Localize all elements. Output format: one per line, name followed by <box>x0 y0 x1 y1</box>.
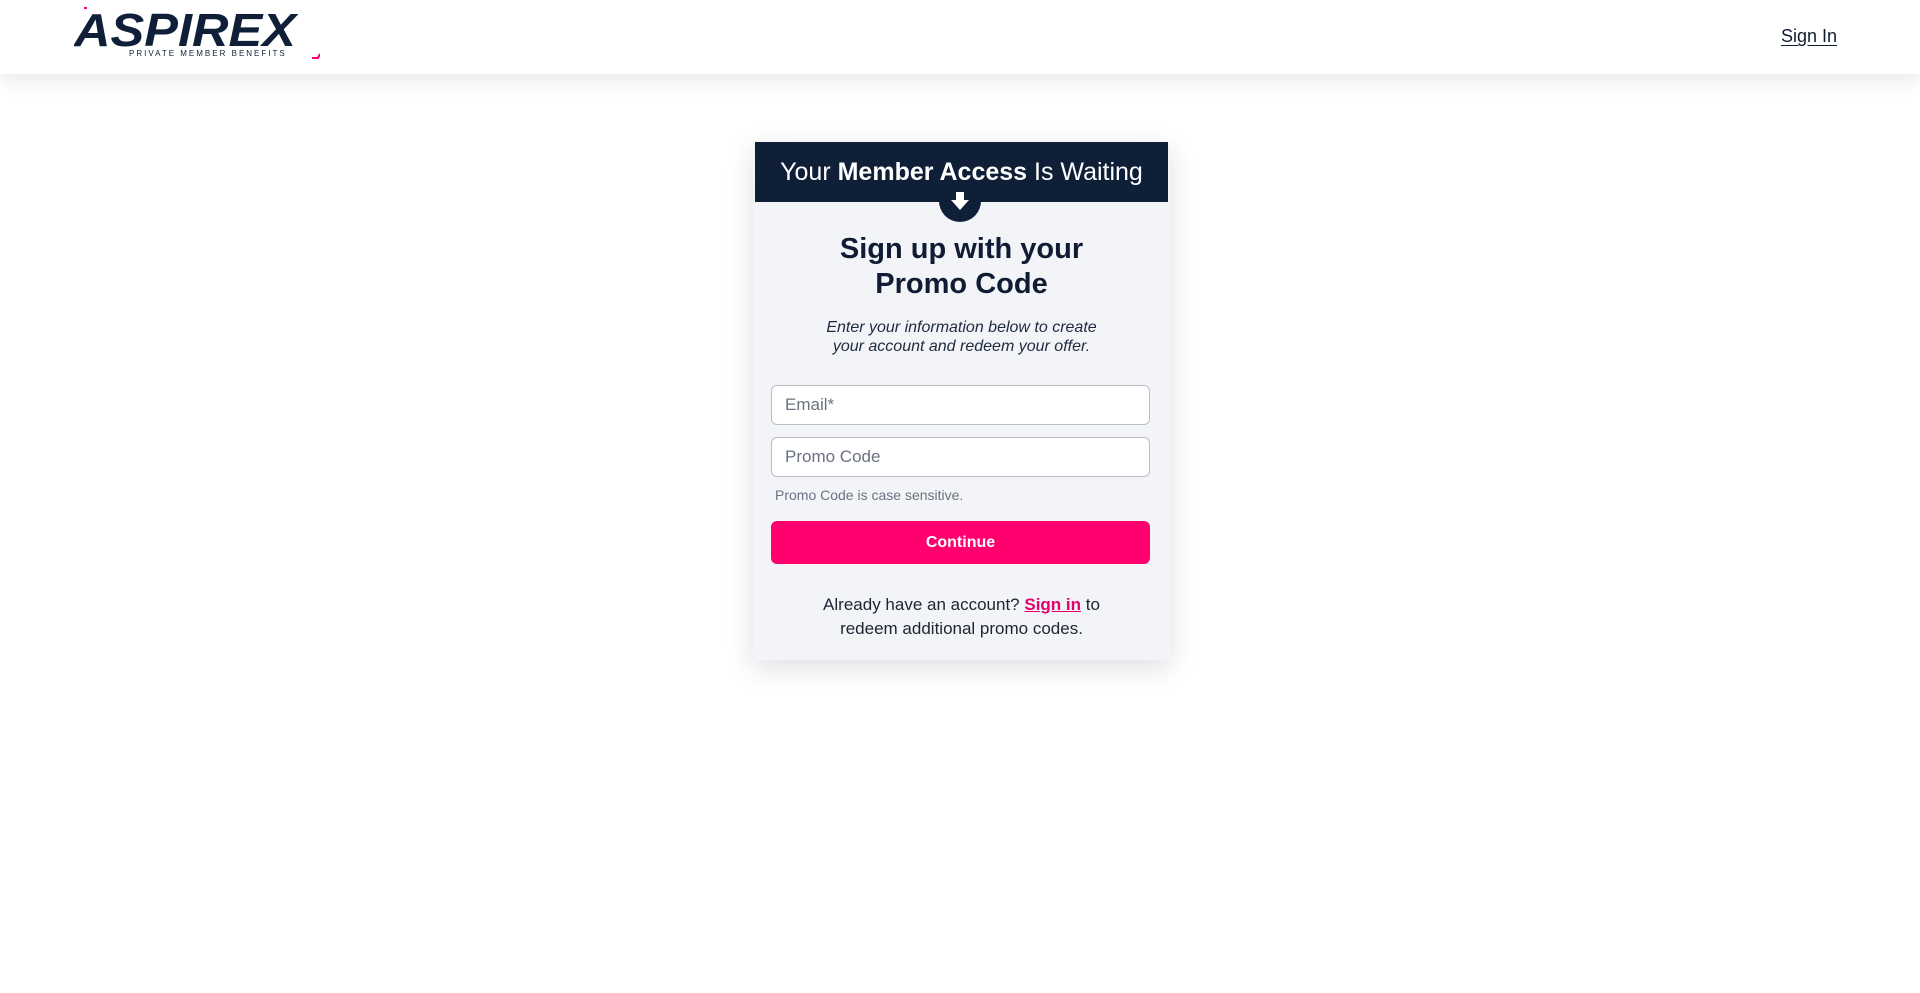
promo-code-helper-text: Promo Code is case sensitive. <box>775 487 964 503</box>
subtitle-line-2: your account and redeem your offer. <box>832 338 1091 355</box>
title-line-2: Promo Code <box>875 268 1048 300</box>
card-title: Sign up with your Promo Code <box>753 232 1170 302</box>
header-sign-in-link[interactable]: Sign In <box>1781 26 1837 47</box>
banner-prefix: Your <box>780 158 838 186</box>
continue-button[interactable]: Continue <box>771 521 1150 564</box>
prompt-before: Already have an account? <box>823 595 1025 614</box>
aspirex-logo[interactable]: ASPIREX PRIVATE MEMBER BENEFITS <box>74 6 320 64</box>
subtitle-line-1: Enter your information below to create <box>826 319 1097 336</box>
prompt-after: to <box>1081 595 1100 614</box>
card-subtitle: Enter your information below to create y… <box>803 318 1120 356</box>
arrow-down-icon <box>939 180 981 222</box>
banner-suffix: Is Waiting <box>1027 158 1143 186</box>
prompt-line-2: redeem additional promo codes. <box>840 619 1083 638</box>
site-header: ASPIREX PRIVATE MEMBER BENEFITS Sign In <box>0 0 1920 74</box>
banner-bold: Member Access <box>837 158 1028 186</box>
svg-text:PRIVATE MEMBER BENEFITS: PRIVATE MEMBER BENEFITS <box>129 49 287 58</box>
promo-code-field[interactable] <box>771 437 1150 477</box>
title-line-1: Sign up with your <box>839 233 1084 265</box>
sign-in-link[interactable]: Sign in <box>1024 595 1081 614</box>
sign-in-prompt: Already have an account? Sign in to rede… <box>793 593 1130 641</box>
email-field[interactable] <box>771 385 1150 425</box>
signup-card: Your Member Access Is Waiting Sign up wi… <box>753 142 1170 660</box>
